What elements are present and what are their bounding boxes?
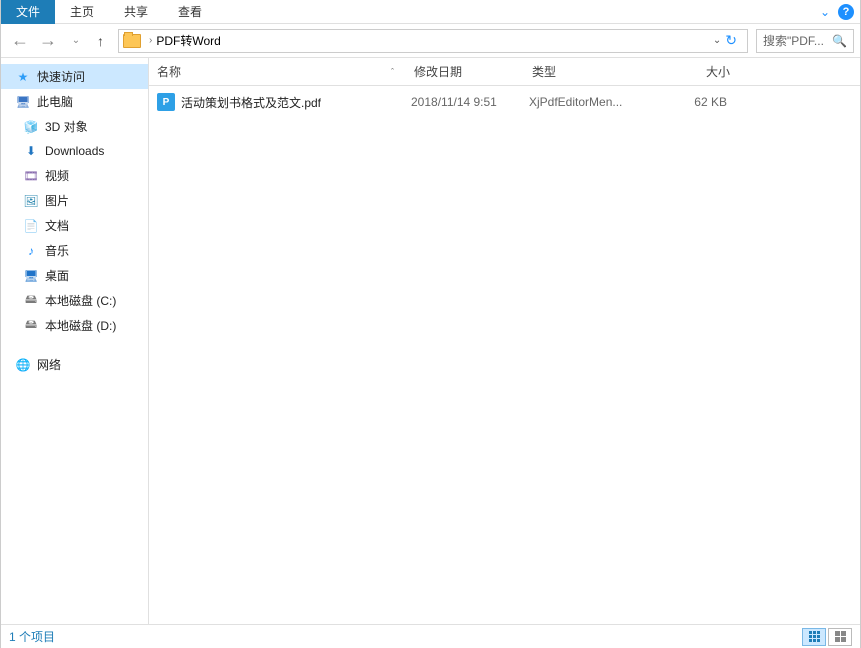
column-name[interactable]: 名称 [157, 63, 411, 80]
search-icon: 🔍 [832, 34, 853, 48]
folder-icon [123, 34, 141, 48]
home-tab[interactable]: 主页 [55, 0, 109, 24]
nav-bar: ← → ⌄ ↑ › PDF转Word ⌄ ↻ 搜索"PDF... 🔍 [1, 24, 860, 58]
status-bar: 1 个项目 [1, 624, 860, 648]
download-icon: ⬇ [23, 143, 39, 159]
chevron-down-icon[interactable]: ⌄ [820, 5, 830, 19]
picture-icon: 🖼 [23, 193, 39, 209]
sidebar-downloads[interactable]: ⬇ Downloads [1, 139, 148, 163]
explorer-window: 文件 主页 共享 查看 ⌄ ? ← → ⌄ ↑ › PDF转Word ⌄ ↻ 搜… [0, 0, 861, 648]
sidebar-desktop[interactable]: 🖥 桌面 [1, 263, 148, 288]
document-icon: 📄 [23, 218, 39, 234]
sidebar-pictures[interactable]: 🖼 图片 [1, 188, 148, 213]
sidebar-videos[interactable]: 🎞 视频 [1, 163, 148, 188]
sidebar-label: 3D 对象 [45, 118, 88, 135]
sidebar-drive-c[interactable]: 🖴 本地磁盘 (C:) [1, 288, 148, 313]
drive-icon: 🖴 [23, 318, 39, 334]
sidebar-label: 文档 [45, 217, 69, 234]
menu-bar: 文件 主页 共享 查看 ⌄ ? [1, 0, 860, 24]
sidebar-label: 桌面 [45, 267, 69, 284]
sidebar-label: 网络 [37, 356, 61, 373]
drive-icon: 🖴 [23, 293, 39, 309]
search-input[interactable]: 搜索"PDF... 🔍 [756, 29, 854, 53]
column-type[interactable]: 类型 [532, 63, 650, 80]
desktop-icon: 🖥 [23, 268, 39, 284]
sidebar-label: 本地磁盘 (D:) [45, 317, 116, 334]
share-tab[interactable]: 共享 [109, 0, 163, 24]
file-list: P 活动策划书格式及范文.pdf 2018/11/14 9:51 XjPdfEd… [149, 86, 860, 624]
network-icon: 🌐 [15, 357, 31, 373]
recent-dropdown[interactable]: ⌄ [63, 35, 89, 46]
sidebar-label: 视频 [45, 167, 69, 184]
refresh-icon[interactable]: ↻ [725, 32, 737, 49]
sidebar-drive-d[interactable]: 🖴 本地磁盘 (D:) [1, 313, 148, 338]
sidebar-quick-access[interactable]: ★ 快速访问 [1, 64, 148, 89]
view-tab[interactable]: 查看 [163, 0, 217, 24]
content-pane: 名称 ˆ 修改日期 类型 大小 P 活动策划书格式及范文.pdf 2018/11… [149, 58, 860, 624]
breadcrumb-folder[interactable]: PDF转Word [156, 32, 220, 49]
cube-icon: 🧊 [23, 119, 39, 135]
dropdown-icon[interactable]: ⌄ [713, 35, 721, 46]
details-view-button[interactable] [802, 628, 826, 646]
sidebar-label: Downloads [45, 144, 104, 158]
file-menu[interactable]: 文件 [1, 0, 55, 24]
file-size: 62 KB [647, 95, 727, 109]
file-name: 活动策划书格式及范文.pdf [181, 94, 321, 111]
column-date[interactable]: 修改日期 [414, 63, 532, 80]
sidebar-3d-objects[interactable]: 🧊 3D 对象 [1, 114, 148, 139]
back-button[interactable]: ← [7, 30, 33, 51]
sidebar-documents[interactable]: 📄 文档 [1, 213, 148, 238]
help-icon[interactable]: ? [838, 4, 854, 20]
column-headers: 名称 ˆ 修改日期 类型 大小 [149, 58, 860, 86]
video-icon: 🎞 [23, 168, 39, 184]
star-icon: ★ [15, 69, 31, 85]
sidebar-label: 本地磁盘 (C:) [45, 292, 116, 309]
music-icon: ♪ [23, 243, 39, 259]
pc-icon: 🖥 [15, 94, 31, 110]
sidebar: ★ 快速访问 🖥 此电脑 🧊 3D 对象 ⬇ Downloads 🎞 视频 🖼 图片 📄 文档… [1, 58, 149, 624]
sidebar-label: 快速访问 [37, 68, 85, 85]
sidebar-music[interactable]: ♪ 音乐 [1, 238, 148, 263]
sort-ascending-icon: ˆ [391, 67, 394, 77]
file-row[interactable]: P 活动策划书格式及范文.pdf 2018/11/14 9:51 XjPdfEd… [149, 90, 860, 114]
sidebar-label: 音乐 [45, 242, 69, 259]
file-type: XjPdfEditorMen... [529, 95, 647, 109]
address-bar[interactable]: › PDF转Word ⌄ ↻ [118, 29, 748, 53]
sidebar-network[interactable]: 🌐 网络 [1, 352, 148, 377]
sidebar-this-pc[interactable]: 🖥 此电脑 [1, 89, 148, 114]
sidebar-label: 图片 [45, 192, 69, 209]
large-icons-view-button[interactable] [828, 628, 852, 646]
forward-button[interactable]: → [35, 30, 61, 51]
sidebar-label: 此电脑 [37, 93, 73, 110]
chevron-right-icon: › [145, 35, 156, 46]
column-size[interactable]: 大小 [650, 63, 730, 80]
file-date: 2018/11/14 9:51 [411, 95, 529, 109]
pdf-icon: P [157, 93, 175, 111]
up-button[interactable]: ↑ [91, 33, 110, 49]
item-count: 1 个项目 [9, 628, 55, 645]
search-placeholder: 搜索"PDF... [763, 32, 824, 49]
